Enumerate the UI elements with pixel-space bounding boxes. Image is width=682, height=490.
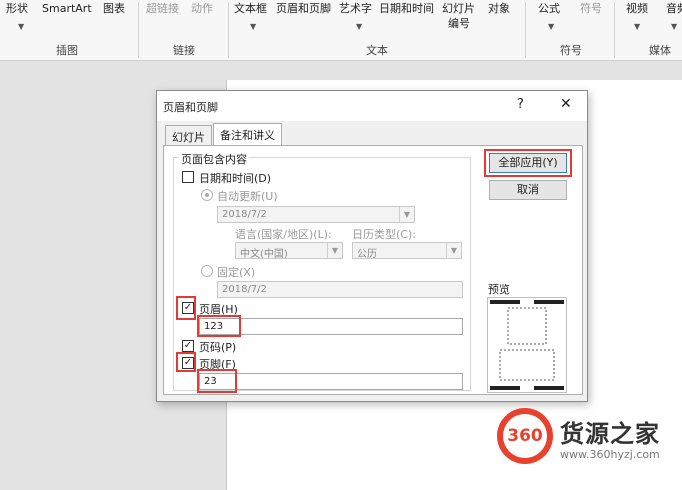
language-label: 语言(国家/地区)(L):	[235, 228, 332, 241]
group-label-media: 媒体	[649, 44, 671, 57]
calendar-type-label: 日历类型(C):	[352, 228, 416, 241]
tab-notes-handouts[interactable]: 备注和讲义	[213, 123, 282, 146]
highlight-footer-value	[197, 369, 237, 393]
group-label-symbols: 符号	[560, 44, 582, 57]
preview-header-left	[490, 300, 520, 304]
datetime-checkbox[interactable]	[182, 171, 194, 183]
slide-number-button-line2[interactable]: 编号	[448, 17, 470, 31]
fixed-label: 固定(X)	[217, 266, 256, 279]
chart-button[interactable]: 图表	[103, 2, 125, 16]
group-separator	[228, 2, 229, 58]
calendar-type-select[interactable]: 公历 ▼	[352, 242, 462, 260]
preview-label: 预览	[488, 283, 510, 296]
highlight-apply-all	[484, 149, 572, 177]
header-footer-button[interactable]: 页眉和页脚	[276, 2, 331, 16]
chevron-down-icon[interactable]: ▼	[399, 207, 414, 222]
ribbon: 形状 ▼ SmartArt 图表 插图 超链接 动作 链接 文本框 ▼ 页眉和页…	[0, 0, 682, 61]
watermark-url: www.360hyzj.com	[560, 448, 660, 461]
fixed-date-value: 2018/7/2	[222, 284, 267, 295]
audio-button[interactable]: 音频	[666, 2, 682, 16]
tab-slides[interactable]: 幻灯片	[165, 125, 212, 145]
chevron-down-icon[interactable]: ▼	[446, 243, 461, 258]
video-button[interactable]: 视频	[626, 2, 648, 16]
textbox-button[interactable]: 文本框	[234, 2, 267, 16]
fixed-date-field[interactable]: 2018/7/2	[217, 281, 463, 298]
dialog-titlebar: 页眉和页脚 ? ✕	[157, 91, 587, 121]
shape-dropdown-icon[interactable]: ▼	[18, 22, 24, 31]
group-label-text: 文本	[366, 44, 388, 57]
header-footer-dialog: 页眉和页脚 ? ✕ 幻灯片 备注和讲义 页面包含内容 日期和时间(D) 自动更新…	[156, 90, 588, 402]
preview-diagram	[488, 298, 566, 392]
textbox-dropdown-icon[interactable]: ▼	[250, 22, 256, 31]
close-icon[interactable]: ✕	[560, 96, 572, 112]
audio-dropdown-icon[interactable]: ▼	[671, 22, 677, 31]
slide-number-button[interactable]: 幻灯片	[442, 2, 475, 16]
auto-date-value: 2018/7/2	[222, 209, 267, 220]
wordart-dropdown-icon[interactable]: ▼	[356, 22, 362, 31]
group-title: 页面包含内容	[179, 151, 249, 167]
fixed-radio[interactable]	[201, 265, 213, 277]
footer-text-field[interactable]: 23	[199, 373, 463, 390]
group-label-illustrations: 插图	[56, 44, 78, 57]
auto-update-radio[interactable]	[201, 189, 213, 201]
group-label-links: 链接	[173, 44, 195, 57]
preview-footer-left	[490, 386, 520, 390]
highlight-footer-checkbox	[176, 352, 196, 372]
symbol-button[interactable]: 符号	[580, 2, 602, 16]
group-separator	[525, 2, 526, 58]
group-separator	[138, 2, 139, 58]
preview-box	[487, 297, 567, 393]
shape-button[interactable]: 形状	[6, 2, 28, 16]
auto-update-label: 自动更新(U)	[217, 190, 278, 203]
preview-footer-right	[534, 386, 564, 390]
help-icon[interactable]: ?	[517, 97, 524, 112]
datetime-label: 日期和时间(D)	[199, 172, 272, 185]
language-select[interactable]: 中文(中国) ▼	[235, 242, 343, 260]
equation-dropdown-icon[interactable]: ▼	[548, 22, 554, 31]
preview-header-right	[534, 300, 564, 304]
equation-button[interactable]: 公式	[538, 2, 560, 16]
calendar-type-value: 公历	[357, 249, 377, 260]
cancel-button[interactable]: 取消	[489, 180, 567, 200]
chevron-down-icon[interactable]: ▼	[327, 243, 342, 258]
dialog-title: 页眉和页脚	[163, 101, 218, 114]
highlight-header-value	[197, 315, 241, 337]
auto-date-select[interactable]: 2018/7/2 ▼	[217, 206, 415, 223]
group-separator	[614, 2, 615, 58]
smartart-button[interactable]: SmartArt	[42, 2, 92, 16]
video-dropdown-icon[interactable]: ▼	[634, 22, 640, 31]
highlight-header-checkbox	[176, 296, 196, 320]
object-button[interactable]: 对象	[488, 2, 510, 16]
watermark-brand: 货源之家	[560, 420, 660, 448]
language-value: 中文(中国)	[240, 249, 288, 260]
watermark-logo: 360	[503, 414, 547, 458]
action-button[interactable]: 动作	[191, 2, 213, 16]
hyperlink-button[interactable]: 超链接	[146, 2, 179, 16]
wordart-button[interactable]: 艺术字	[339, 2, 372, 16]
datetime-button[interactable]: 日期和时间	[379, 2, 434, 16]
page-number-label: 页码(P)	[199, 341, 237, 354]
page-number-checkbox[interactable]: ✓	[182, 340, 194, 352]
